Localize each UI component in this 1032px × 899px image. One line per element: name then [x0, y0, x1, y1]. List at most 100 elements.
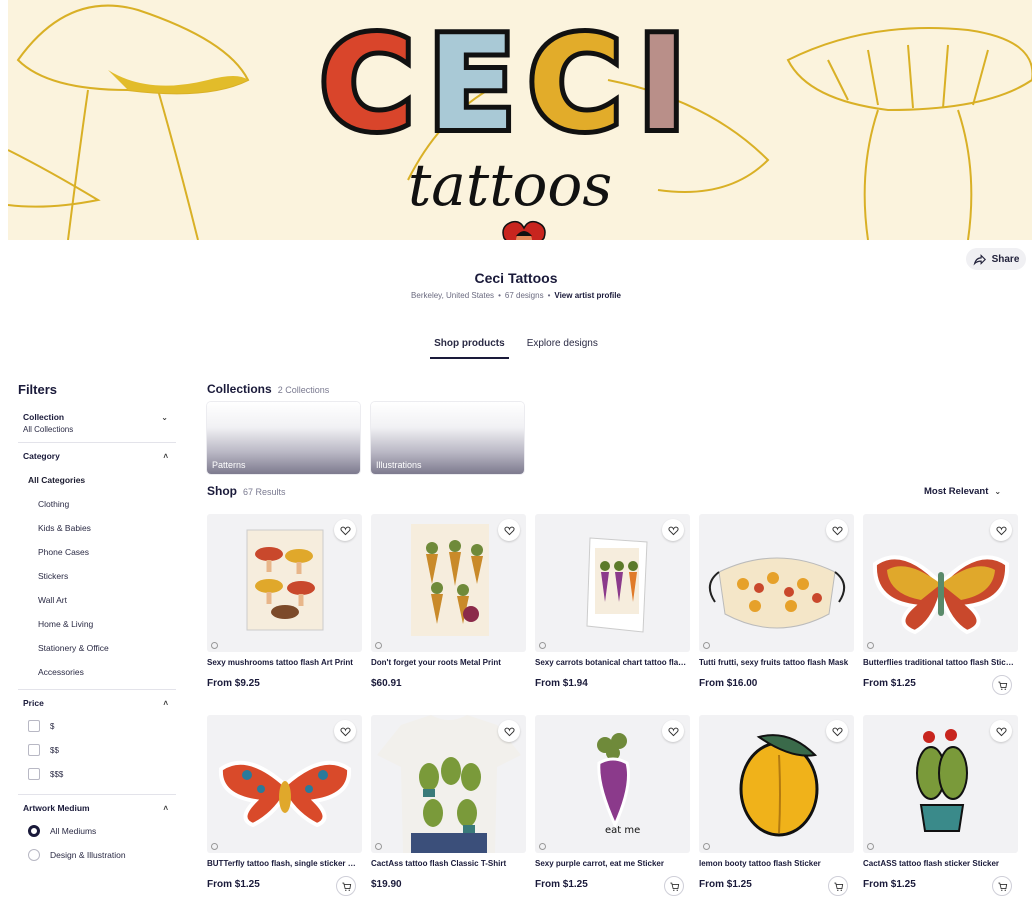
info-icon[interactable]: [375, 843, 382, 850]
product-image[interactable]: [207, 514, 362, 652]
banner-illustration: C C E E C C I I tattoos: [8, 4, 1032, 240]
product-title[interactable]: Don't forget your roots Metal Print: [371, 658, 523, 667]
share-icon: [973, 253, 986, 266]
filter-price-label: Price: [23, 698, 44, 708]
filter-category-label: Category: [23, 451, 60, 461]
product-card[interactable]: Tutti frutti, sexy fruits tattoo flash M…: [699, 514, 854, 689]
product-image[interactable]: [863, 514, 1018, 652]
checkbox[interactable]: [28, 744, 40, 756]
category-item[interactable]: Kids & Babies: [18, 523, 176, 533]
product-card[interactable]: Sexy mushrooms tattoo flash Art Print Fro…: [207, 514, 362, 689]
collection-card[interactable]: Patterns: [207, 402, 360, 474]
product-card[interactable]: CactAss tattoo flash Classic T-Shirt $19.…: [371, 715, 526, 890]
price-option[interactable]: $$: [18, 744, 176, 756]
info-icon[interactable]: [375, 642, 382, 649]
category-item[interactable]: Wall Art: [18, 595, 176, 605]
collection-label: Patterns: [212, 460, 246, 470]
share-button[interactable]: Share: [966, 248, 1026, 270]
product-image[interactable]: [207, 715, 362, 853]
collections-heading: Collections 2 Collections: [207, 382, 329, 396]
info-icon[interactable]: [867, 642, 874, 649]
product-card[interactable]: Don't forget your roots Metal Print $60.9…: [371, 514, 526, 689]
product-image[interactable]: [371, 514, 526, 652]
filter-medium-header[interactable]: Artwork Medium ˄: [18, 803, 176, 813]
favorite-button[interactable]: [662, 720, 684, 742]
tab-shop-products[interactable]: Shop products: [430, 338, 509, 359]
info-icon[interactable]: [867, 843, 874, 850]
info-icon[interactable]: [211, 843, 218, 850]
checkbox[interactable]: [28, 720, 40, 732]
radio-selected[interactable]: [28, 825, 40, 837]
shop-tabs: Shop products Explore designs: [0, 338, 1032, 359]
category-item[interactable]: Accessories: [18, 667, 176, 677]
favorite-button[interactable]: [826, 720, 848, 742]
product-image[interactable]: eat me: [535, 715, 690, 853]
favorite-button[interactable]: [334, 720, 356, 742]
favorite-button[interactable]: [498, 720, 520, 742]
medium-option[interactable]: All Mediums: [18, 825, 176, 837]
cart-icon: [833, 882, 843, 891]
product-title[interactable]: lemon booty tattoo flash Sticker: [699, 859, 851, 868]
product-price: $60.91: [371, 678, 402, 689]
price-option[interactable]: $: [18, 720, 176, 732]
product-card[interactable]: lemon booty tattoo flash Sticker From $1.…: [699, 715, 854, 896]
info-icon[interactable]: [211, 642, 218, 649]
tab-explore-designs[interactable]: Explore designs: [523, 338, 602, 359]
product-title[interactable]: CactAss tattoo flash Classic T-Shirt: [371, 859, 523, 868]
info-icon[interactable]: [539, 642, 546, 649]
favorite-button[interactable]: [990, 519, 1012, 541]
heart-icon: [995, 727, 1007, 736]
product-image[interactable]: [863, 715, 1018, 853]
category-item[interactable]: Home & Living: [18, 619, 176, 629]
product-card[interactable]: CactASS tattoo flash sticker Sticker From…: [863, 715, 1018, 896]
checkbox[interactable]: [28, 768, 40, 780]
info-icon[interactable]: [539, 843, 546, 850]
medium-option[interactable]: Design & Illustration: [18, 849, 176, 861]
product-title[interactable]: BUTTerfly tattoo flash, single sticker S…: [207, 859, 359, 868]
product-card[interactable]: Butterflies traditional tattoo flash Sti…: [863, 514, 1018, 695]
product-card[interactable]: BUTTerfly tattoo flash, single sticker S…: [207, 715, 362, 896]
heart-icon: [831, 526, 843, 535]
info-icon[interactable]: [703, 843, 710, 850]
favorite-button[interactable]: [662, 519, 684, 541]
info-icon[interactable]: [703, 642, 710, 649]
price-option[interactable]: $$$: [18, 768, 176, 780]
view-artist-profile-link[interactable]: View artist profile: [554, 291, 621, 300]
filter-collection-header[interactable]: Collection ⌄: [18, 412, 176, 422]
heart-icon: [667, 727, 679, 736]
category-all[interactable]: All Categories: [18, 475, 176, 485]
product-title[interactable]: Sexy purple carrot, eat me Sticker: [535, 859, 687, 868]
category-item[interactable]: Stickers: [18, 571, 176, 581]
radio[interactable]: [28, 849, 40, 861]
shop-title: Shop: [207, 484, 237, 498]
add-to-cart-button[interactable]: [828, 876, 848, 896]
product-image[interactable]: [371, 715, 526, 853]
product-title[interactable]: CactASS tattoo flash sticker Sticker: [863, 859, 1015, 868]
add-to-cart-button[interactable]: [992, 876, 1012, 896]
product-title[interactable]: Butterflies traditional tattoo flash Sti…: [863, 658, 1015, 667]
sort-dropdown[interactable]: Most Relevant ⌄: [924, 486, 1001, 497]
product-image[interactable]: [699, 715, 854, 853]
collection-card[interactable]: Illustrations: [371, 402, 524, 474]
add-to-cart-button[interactable]: [992, 675, 1012, 695]
add-to-cart-button[interactable]: [664, 876, 684, 896]
filter-category-header[interactable]: Category ˄: [18, 451, 176, 461]
product-image[interactable]: [535, 514, 690, 652]
product-card[interactable]: Sexy carrots botanical chart tattoo flas…: [535, 514, 690, 689]
product-card[interactable]: eat me Sexy purple carrot, eat me Sticker…: [535, 715, 690, 896]
product-image[interactable]: [699, 514, 854, 652]
category-item[interactable]: Stationery & Office: [18, 643, 176, 653]
category-item[interactable]: Clothing: [18, 499, 176, 509]
product-title[interactable]: Sexy mushrooms tattoo flash Art Print: [207, 658, 359, 667]
filter-medium: Artwork Medium ˄ All Mediums Design & Il…: [18, 803, 176, 869]
category-item[interactable]: Phone Cases: [18, 547, 176, 557]
add-to-cart-button[interactable]: [336, 876, 356, 896]
favorite-button[interactable]: [826, 519, 848, 541]
filter-price-header[interactable]: Price ˄: [18, 698, 176, 708]
favorite-button[interactable]: [334, 519, 356, 541]
favorite-button[interactable]: [990, 720, 1012, 742]
product-title[interactable]: Sexy carrots botanical chart tattoo flas…: [535, 658, 687, 667]
product-title[interactable]: Tutti frutti, sexy fruits tattoo flash M…: [699, 658, 851, 667]
favorite-button[interactable]: [498, 519, 520, 541]
medium-option-label: Design & Illustration: [50, 850, 126, 860]
